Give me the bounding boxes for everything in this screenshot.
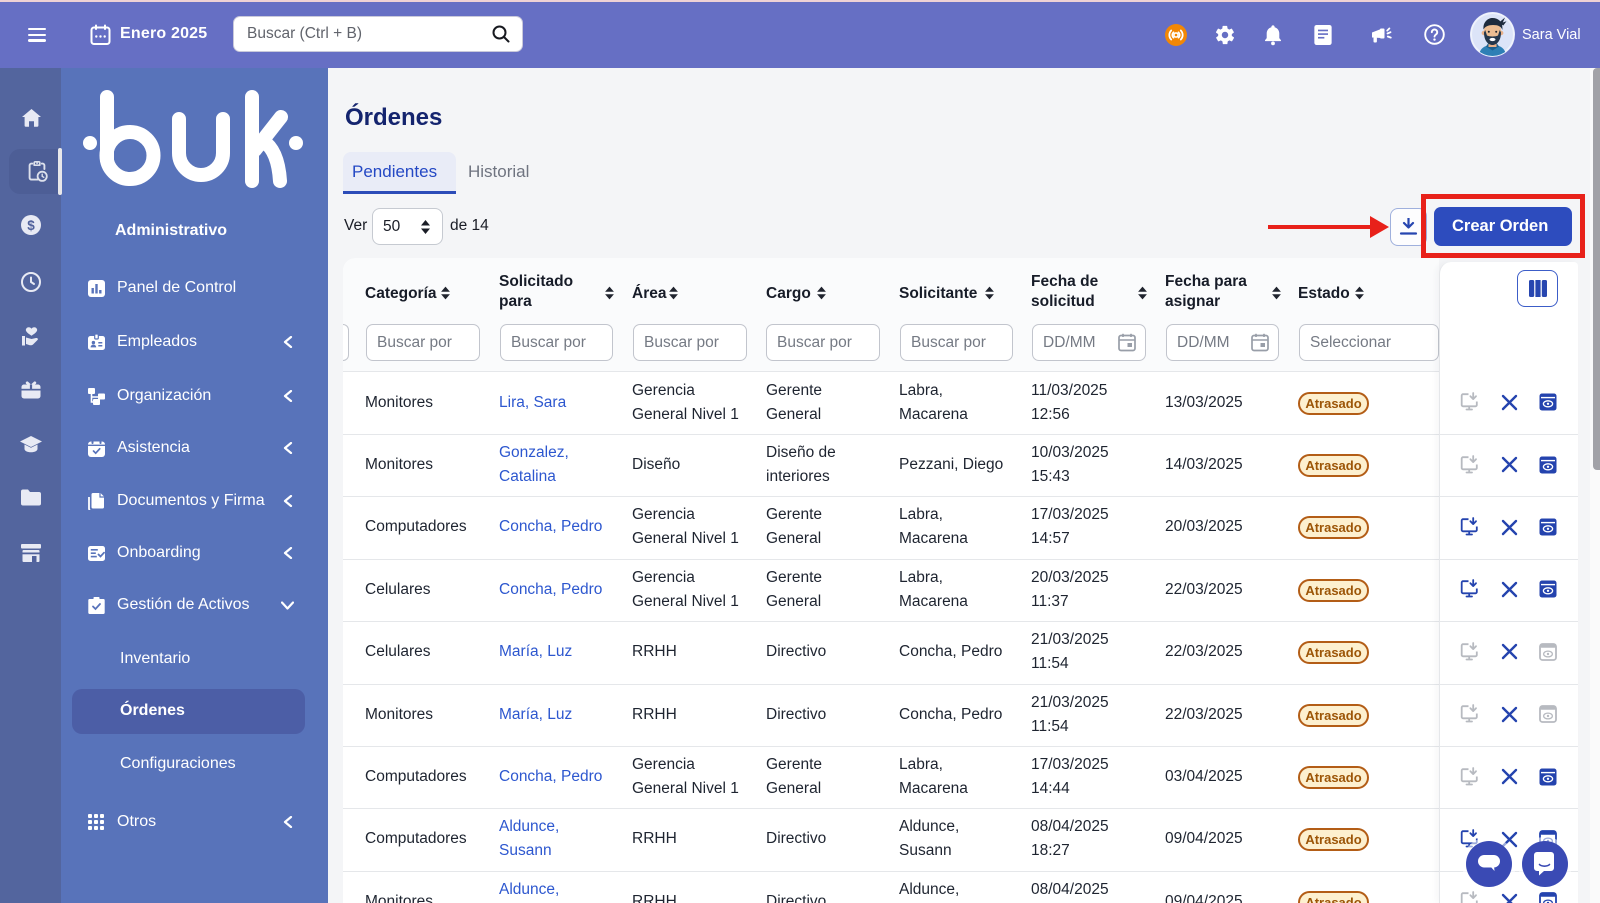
svg-text:$: $ [27,218,35,233]
